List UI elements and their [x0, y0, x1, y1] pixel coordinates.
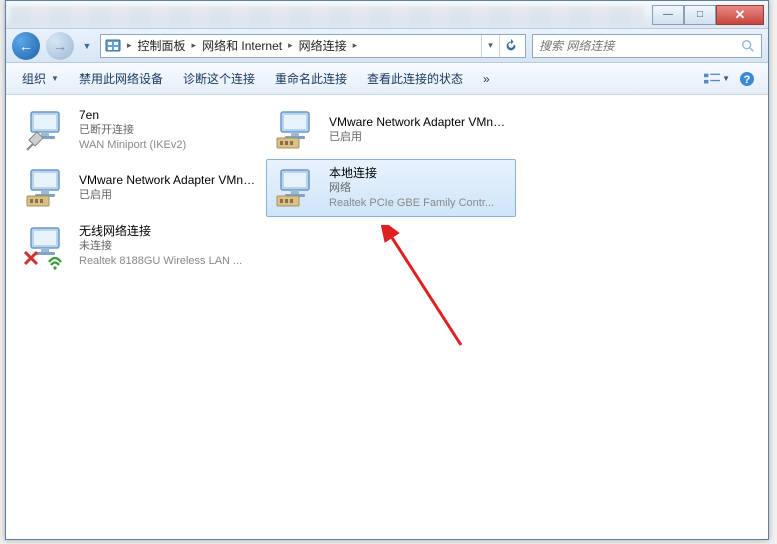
titlebar[interactable]: — □ ✕	[6, 1, 768, 29]
svg-text:?: ?	[744, 74, 751, 86]
explorer-window: — □ ✕ ← → ▼ ▸ 控制面板 ▸ 网络和 Internet ▸ 网络连接…	[5, 0, 769, 540]
rename-button[interactable]: 重命名此连接	[267, 67, 355, 90]
address-sep-icon: ▸	[190, 40, 199, 51]
breadcrumb-segment[interactable]: 网络和 Internet	[198, 35, 286, 57]
connection-item[interactable]: 无线网络连接未连接Realtek 8188GU Wireless LAN ...	[16, 217, 266, 275]
connection-device: WAN Miniport (IKEv2)	[79, 138, 259, 153]
address-bar[interactable]: ▸ 控制面板 ▸ 网络和 Internet ▸ 网络连接 ▸ ▾	[100, 34, 526, 58]
address-sep-icon: ▸	[125, 40, 134, 51]
search-icon	[741, 39, 755, 53]
connection-status: 网络	[329, 181, 509, 196]
connection-name: 本地连接	[329, 166, 509, 181]
connection-name: VMware Network Adapter VMnet1	[329, 115, 509, 130]
connection-text: 7en已断开连接WAN Miniport (IKEv2)	[79, 106, 259, 154]
network-adapter-icon	[23, 164, 71, 212]
address-sep-icon: ▸	[351, 40, 360, 51]
connection-status: 已启用	[79, 188, 259, 203]
connection-text: VMware Network Adapter VMnet1已启用	[329, 106, 509, 154]
overflow-button[interactable]: »	[475, 69, 498, 89]
connections-pane[interactable]: 7en已断开连接WAN Miniport (IKEv2) VMware Netwo…	[6, 95, 768, 539]
breadcrumb-segment[interactable]: 网络连接	[295, 35, 351, 57]
connection-status: 已断开连接	[79, 123, 259, 138]
breadcrumb-segment[interactable]: 控制面板	[134, 35, 190, 57]
network-adapter-icon	[273, 164, 321, 212]
title-blur	[10, 6, 644, 24]
close-button[interactable]: ✕	[716, 5, 764, 25]
disable-device-button[interactable]: 禁用此网络设备	[71, 67, 171, 90]
connection-device: Realtek PCIe GBE Family Contr...	[329, 196, 509, 211]
network-adapter-icon	[23, 222, 71, 270]
connection-status: 未连接	[79, 239, 259, 254]
connection-name: VMware Network Adapter VMnet8	[79, 173, 259, 188]
connection-text: VMware Network Adapter VMnet8已启用	[79, 164, 259, 212]
connection-item[interactable]: VMware Network Adapter VMnet1已启用	[266, 101, 516, 159]
diagnose-button[interactable]: 诊断这个连接	[175, 67, 263, 90]
connection-text: 无线网络连接未连接Realtek 8188GU Wireless LAN ...	[79, 222, 259, 270]
control-panel-icon	[105, 38, 121, 54]
search-box[interactable]	[532, 34, 762, 58]
nav-bar: ← → ▼ ▸ 控制面板 ▸ 网络和 Internet ▸ 网络连接 ▸ ▾	[6, 29, 768, 63]
refresh-button[interactable]	[499, 35, 521, 57]
network-adapter-icon	[23, 106, 71, 154]
help-button[interactable]: ?	[734, 67, 760, 91]
search-input[interactable]	[539, 39, 741, 53]
organize-menu[interactable]: 组织 ▼	[14, 67, 67, 90]
nav-history-dropdown[interactable]: ▼	[80, 36, 94, 56]
back-button[interactable]: ←	[12, 32, 40, 60]
maximize-button[interactable]: □	[684, 5, 716, 25]
minimize-button[interactable]: —	[652, 5, 684, 25]
connection-item[interactable]: VMware Network Adapter VMnet8已启用	[16, 159, 266, 217]
chevron-down-icon: ▼	[722, 74, 730, 83]
chevron-down-icon: ▼	[51, 74, 59, 83]
command-bar: 组织 ▼ 禁用此网络设备 诊断这个连接 重命名此连接 查看此连接的状态 » ▼ ?	[6, 63, 768, 95]
address-sep-icon: ▸	[286, 40, 295, 51]
view-mode-button[interactable]: ▼	[704, 67, 730, 91]
address-dropdown[interactable]: ▾	[481, 35, 499, 57]
window-buttons: — □ ✕	[652, 5, 764, 25]
connection-name: 无线网络连接	[79, 224, 259, 239]
network-adapter-icon	[273, 106, 321, 154]
connection-device: Realtek 8188GU Wireless LAN ...	[79, 254, 259, 269]
watermark-text: 系统之家	[678, 505, 758, 531]
connection-item[interactable]: 7en已断开连接WAN Miniport (IKEv2)	[16, 101, 266, 159]
connection-item[interactable]: 本地连接网络Realtek PCIe GBE Family Contr...	[266, 159, 516, 217]
connection-status: 已启用	[329, 130, 509, 145]
connection-name: 7en	[79, 108, 259, 123]
organize-label: 组织	[22, 70, 46, 87]
forward-button[interactable]: →	[46, 32, 74, 60]
watermark-logo-icon	[636, 503, 672, 533]
watermark: 系统之家	[636, 503, 758, 533]
view-status-button[interactable]: 查看此连接的状态	[359, 67, 471, 90]
connection-text: 本地连接网络Realtek PCIe GBE Family Contr...	[329, 164, 509, 212]
